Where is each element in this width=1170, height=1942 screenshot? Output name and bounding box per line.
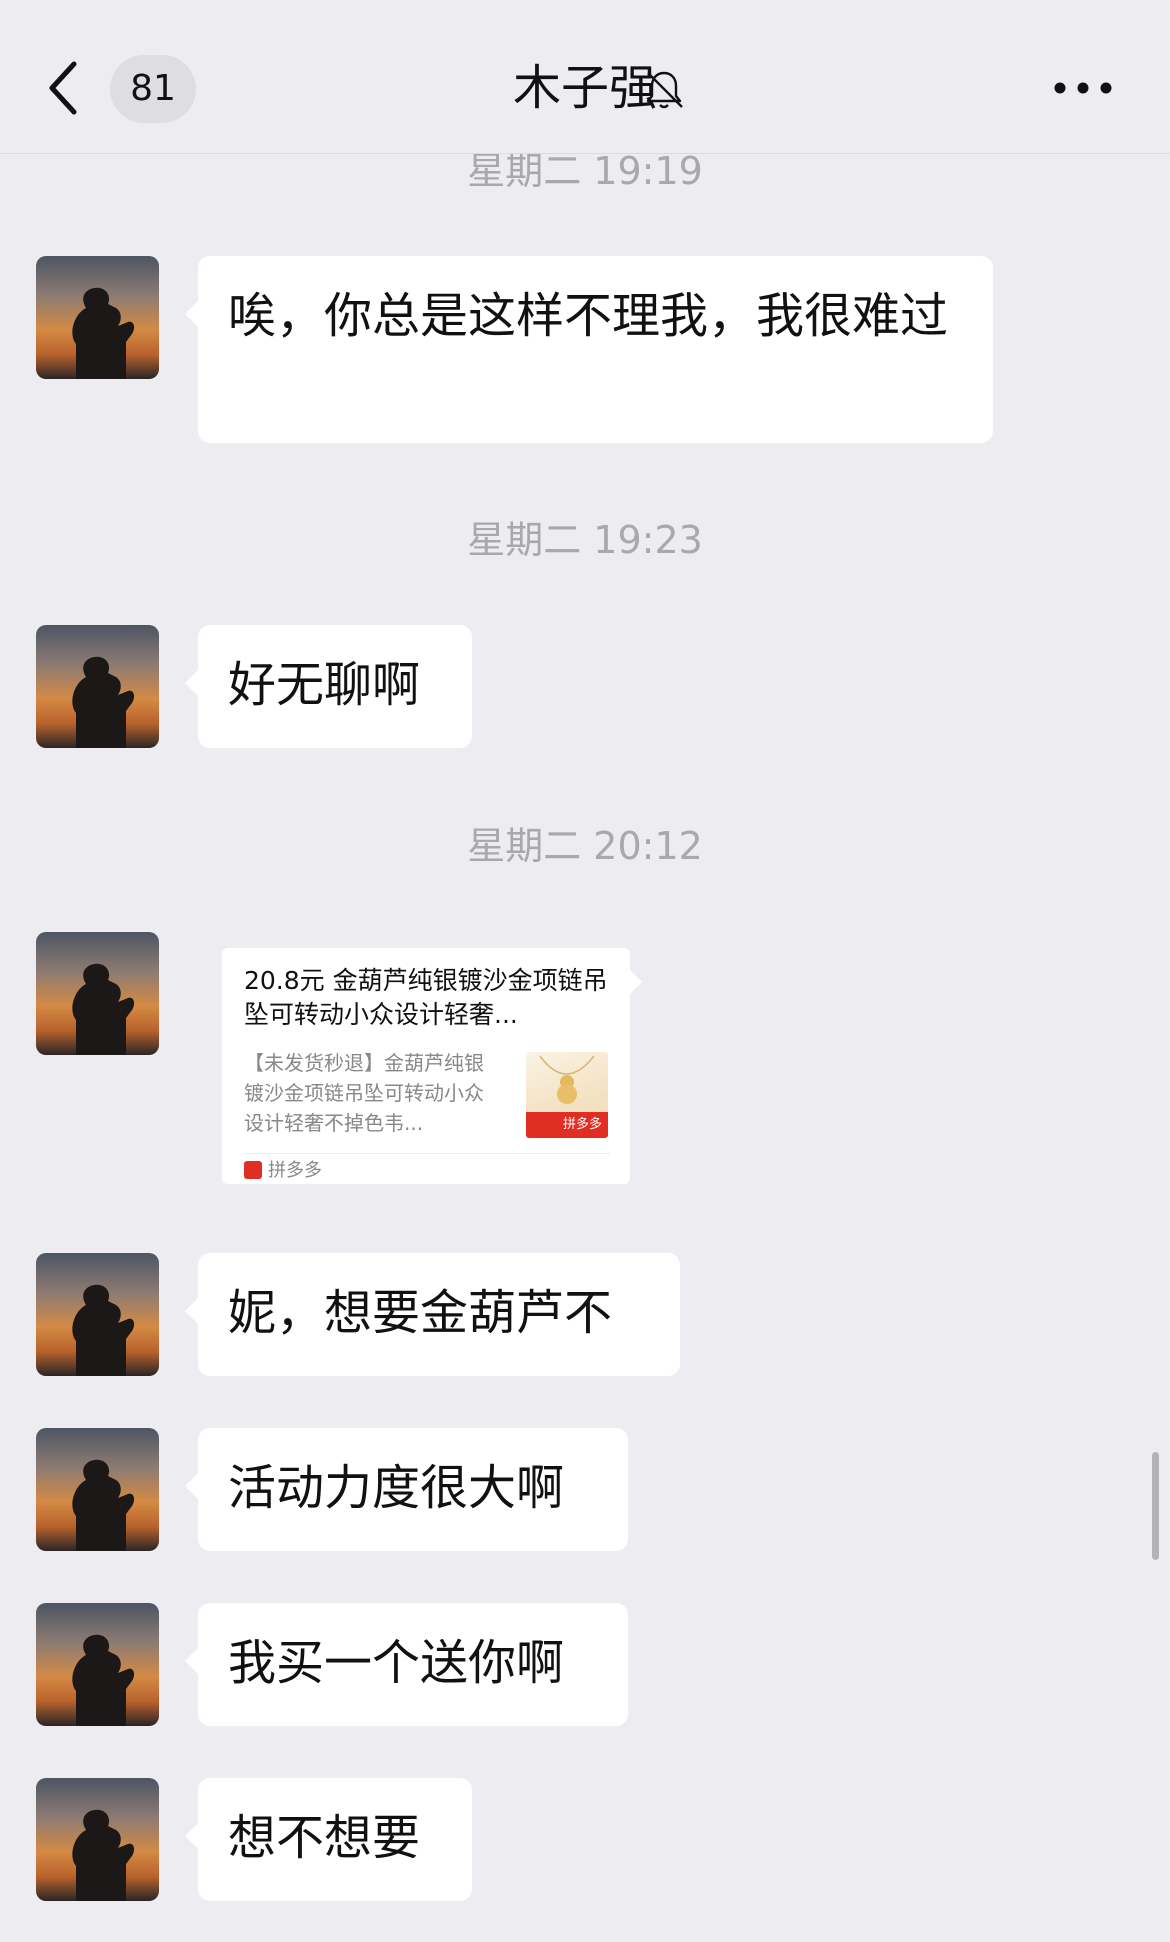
avatar[interactable]	[36, 932, 159, 1055]
avatar[interactable]	[36, 1603, 159, 1726]
avatar[interactable]	[36, 625, 159, 748]
more-options-button[interactable]	[1050, 70, 1116, 106]
chat-title: 木子强	[512, 60, 657, 116]
message-bubble[interactable]: 我买一个送你啊	[185, 1603, 628, 1726]
back-button[interactable]	[44, 58, 84, 118]
message-bubble[interactable]: 好无聊啊	[185, 625, 472, 748]
message-bubble[interactable]: 唉，你总是这样不理我，我很难过	[185, 256, 993, 443]
link-card-title: 20.8元 金葫芦纯银镀沙金项链吊坠可转动小众设计轻奢...	[244, 966, 608, 1029]
pinduoduo-badge: 拼多多	[526, 1112, 608, 1138]
link-card-source: 拼多多	[244, 1160, 322, 1182]
ellipsis-icon	[1054, 82, 1112, 94]
timestamp: 星期二 19:23	[467, 518, 703, 562]
shared-link-card[interactable]: 20.8元 金葫芦纯银镀沙金项链吊坠可转动小众设计轻奢... 【未发货秒退】金葫…	[222, 948, 642, 1184]
divider	[244, 1153, 610, 1154]
product-thumbnail: 拼多多	[526, 1052, 608, 1138]
pinduoduo-icon	[244, 1161, 262, 1179]
chat-area[interactable]: 星期二 19:19 唉，你总是这样不理我，我很难过 星期二 19:23 好无聊啊…	[0, 154, 1170, 1942]
unread-count-badge[interactable]: 81	[110, 55, 196, 123]
avatar[interactable]	[36, 1778, 159, 1901]
chevron-left-icon	[49, 61, 77, 115]
message-bubble[interactable]: 妮，想要金葫芦不	[185, 1253, 680, 1376]
avatar[interactable]	[36, 1428, 159, 1551]
timestamp: 星期二 20:12	[467, 824, 703, 868]
nav-bar: 81 木子强	[0, 0, 1170, 154]
message-bubble[interactable]: 活动力度很大啊	[185, 1428, 628, 1551]
bell-slash-icon	[646, 71, 683, 109]
scrollbar-thumb[interactable]	[1152, 1452, 1159, 1560]
message-bubble[interactable]: 想不想要	[185, 1778, 472, 1901]
avatar[interactable]	[36, 1253, 159, 1376]
link-card-description: 【未发货秒退】金葫芦纯银镀沙金项链吊坠可转动小众设计轻奢不掉色韦...	[244, 1051, 484, 1135]
avatar[interactable]	[36, 256, 159, 379]
timestamp: 星期二 19:19	[467, 154, 703, 193]
